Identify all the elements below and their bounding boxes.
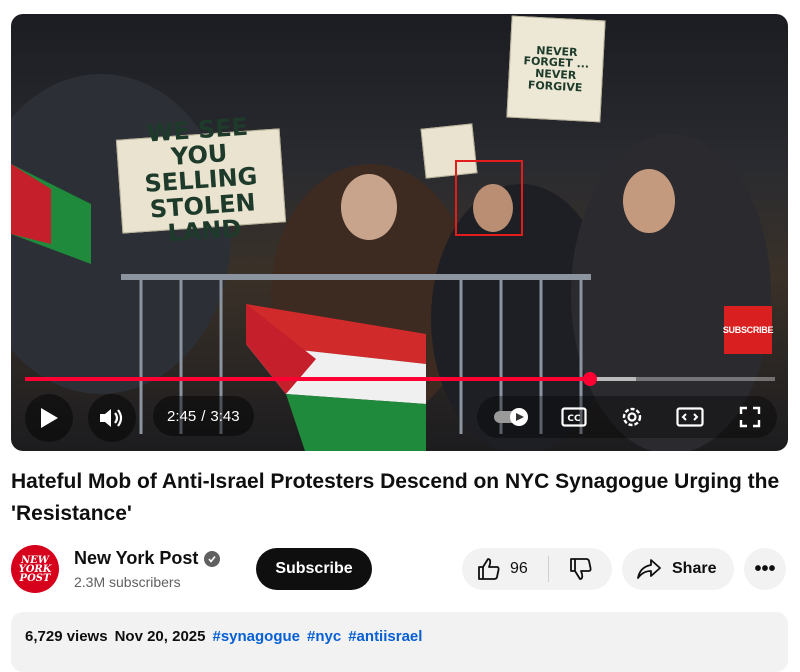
progress-bar[interactable]: [25, 372, 775, 386]
time-separator: /: [201, 407, 206, 425]
video-frame: WE SEE YOU SELLING STOLEN LAND NEVER FOR…: [11, 14, 788, 451]
view-count: 6,729 views: [25, 628, 108, 645]
hashtag-link[interactable]: #synagogue: [212, 628, 300, 645]
thumbs-up-icon: [478, 558, 500, 580]
subscribe-watermark[interactable]: SUBSCRIBE: [723, 306, 773, 354]
hashtag-link[interactable]: #antiisrael: [348, 628, 422, 645]
play-button[interactable]: [25, 394, 73, 442]
subscribe-button[interactable]: Subscribe: [256, 548, 372, 590]
volume-icon: [100, 409, 123, 427]
description-meta: 6,729 views Nov 20, 2025 #synagogue #nyc…: [25, 628, 422, 645]
settings-button[interactable]: [615, 400, 649, 434]
play-icon: [41, 408, 58, 428]
dislike-button[interactable]: [549, 548, 612, 590]
video-title: Hateful Mob of Anti-Israel Protesters De…: [11, 470, 780, 525]
thumbs-down-icon: [569, 558, 591, 580]
captions-icon: CC: [561, 407, 587, 427]
current-time: 2:45: [167, 407, 197, 425]
captions-button[interactable]: CC: [557, 400, 591, 434]
progress-scrubber[interactable]: [582, 372, 597, 386]
time-display: 2:45 / 3:43: [153, 396, 254, 436]
right-controls: CC: [477, 396, 777, 438]
theater-mode-icon: [676, 407, 704, 427]
hashtag-link[interactable]: #nyc: [307, 628, 341, 645]
channel-name-row[interactable]: New York Post: [74, 548, 221, 569]
protest-sign: WE SEE YOU SELLING STOLEN LAND: [115, 113, 287, 247]
share-icon: [637, 559, 661, 579]
settings-icon: [622, 407, 642, 427]
svg-text:CC: CC: [567, 414, 581, 424]
theater-mode-button[interactable]: [673, 400, 707, 434]
autoplay-toggle-icon: [494, 408, 528, 426]
subscriber-count: 2.3M subscribers: [74, 574, 181, 590]
flag: [11, 164, 91, 264]
channel-name[interactable]: New York Post: [74, 548, 198, 569]
fullscreen-button[interactable]: [733, 400, 767, 434]
like-dislike-group: 96: [462, 548, 612, 590]
share-label: Share: [672, 560, 717, 577]
fullscreen-icon: [739, 406, 761, 428]
progress-played: [25, 377, 590, 381]
upload-date: Nov 20, 2025: [114, 628, 206, 645]
like-button[interactable]: 96: [462, 548, 548, 590]
face-shape: [341, 174, 397, 240]
verified-icon: [204, 550, 221, 567]
like-count: 96: [510, 560, 528, 577]
description-box[interactable]: 6,729 views Nov 20, 2025 #synagogue #nyc…: [11, 612, 788, 672]
video-player[interactable]: WE SEE YOU SELLING STOLEN LAND NEVER FOR…: [11, 14, 788, 451]
protest-sign: NEVER FORGET ... NEVER FORGIVE: [506, 15, 606, 123]
more-button[interactable]: •••: [744, 548, 786, 590]
share-button[interactable]: Share: [622, 548, 734, 590]
channel-avatar[interactable]: NEW YORK POST: [11, 545, 59, 593]
annotation-box: [455, 160, 523, 236]
total-time: 3:43: [210, 407, 240, 425]
volume-button[interactable]: [88, 394, 136, 442]
face-shape: [623, 169, 675, 233]
autoplay-toggle[interactable]: [491, 400, 531, 434]
more-icon: •••: [754, 557, 776, 580]
